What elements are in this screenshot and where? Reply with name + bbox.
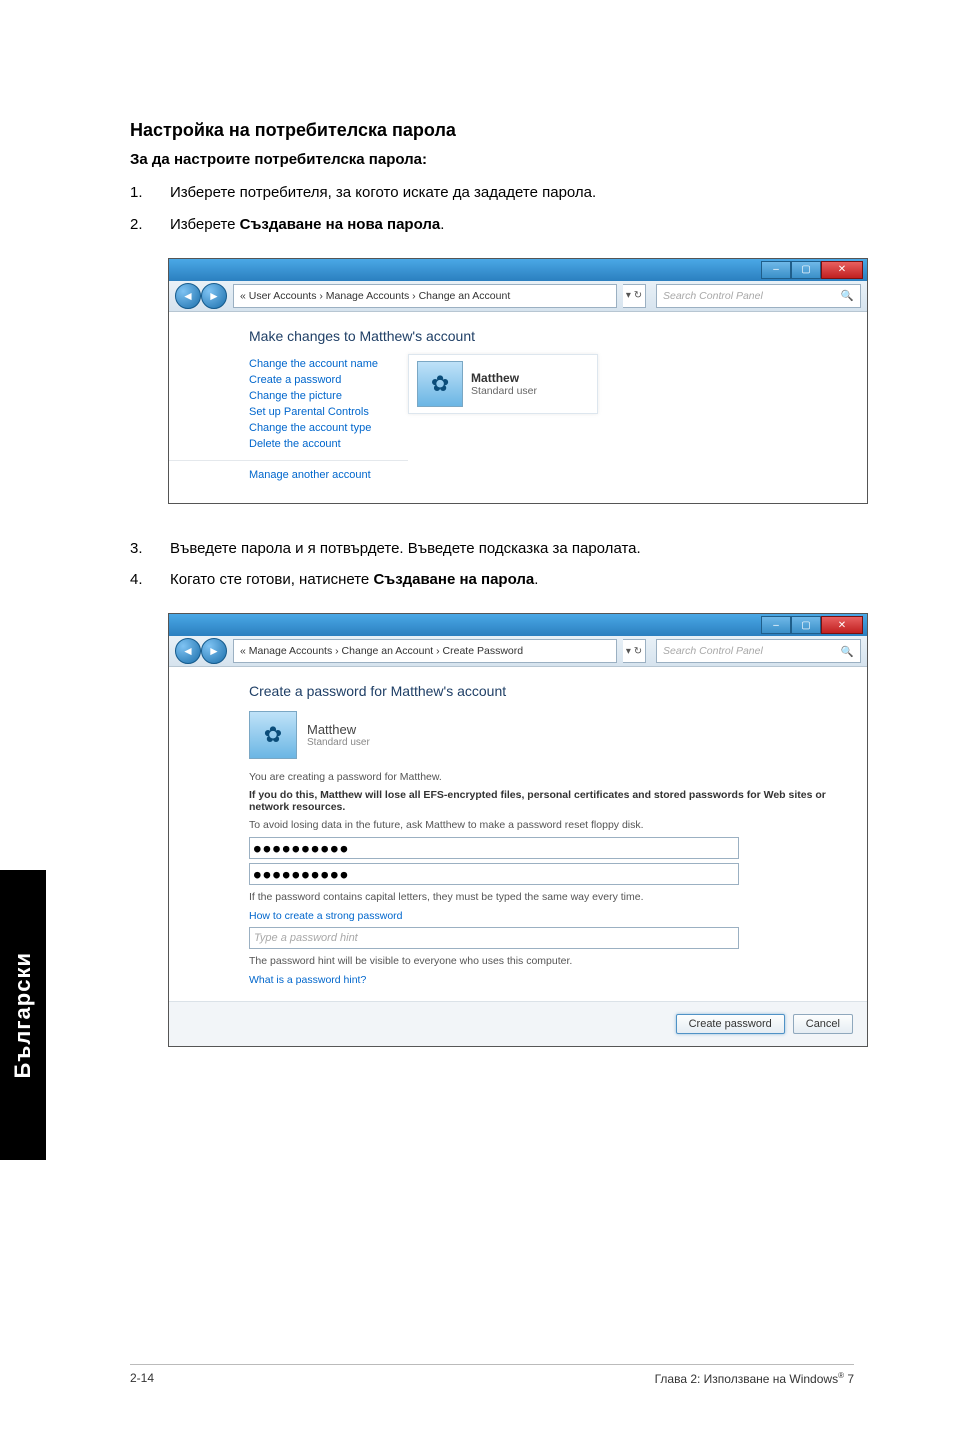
- forward-button[interactable]: ►: [201, 283, 227, 309]
- section-title: Настройка на потребителска парола: [130, 120, 854, 141]
- step-num: 2.: [130, 214, 170, 236]
- confirm-password-field[interactable]: ●●●●●●●●●●: [249, 863, 739, 885]
- back-button[interactable]: ◄: [175, 283, 201, 309]
- search-input[interactable]: Search Control Panel 🔍: [656, 639, 861, 663]
- step-text: Изберете Създаване на нова парола.: [170, 214, 444, 236]
- link-manage-another[interactable]: Manage another account: [249, 469, 378, 481]
- search-icon: 🔍: [841, 289, 854, 302]
- close-button[interactable]: ✕: [821, 616, 863, 634]
- close-button[interactable]: ✕: [821, 261, 863, 279]
- user-card: ✿ Matthew Standard user: [408, 354, 598, 414]
- link-change-type[interactable]: Change the account type: [249, 422, 378, 434]
- new-password-field[interactable]: ●●●●●●●●●●: [249, 837, 739, 859]
- user-type: Standard user: [471, 385, 537, 397]
- navigation-bar: ◄ ► « Manage Accounts › Change an Accoun…: [169, 636, 867, 667]
- avatar-icon: ✿: [417, 361, 463, 407]
- efs-warning: If you do this, Matthew will lose all EF…: [249, 789, 837, 813]
- password-hint-field[interactable]: Type a password hint: [249, 927, 739, 949]
- maximize-button[interactable]: ▢: [791, 261, 821, 279]
- link-parental-controls[interactable]: Set up Parental Controls: [249, 406, 378, 418]
- nav-arrows: ◄ ►: [175, 638, 227, 664]
- search-placeholder: Search Control Panel: [663, 645, 763, 657]
- user-summary: ✿ Matthew Standard user: [249, 711, 837, 759]
- step-3: 3. Въведете парола и я потвърдете. Въвед…: [130, 538, 854, 560]
- step-4: 4. Когато сте готови, натиснете Създаван…: [130, 569, 854, 591]
- breadcrumb-dropdown[interactable]: ▾ ↻: [623, 639, 646, 663]
- section-subtitle: За да настроите потребителска парола:: [130, 151, 854, 168]
- window-body: Create a password for Matthew's account …: [169, 667, 867, 1001]
- dialog-button-row: Create password Cancel: [169, 1001, 867, 1046]
- action-link-list: Change the account name Create a passwor…: [249, 354, 378, 485]
- user-name: Matthew: [471, 371, 537, 385]
- step-text: Въведете парола и я потвърдете. Въведете…: [170, 538, 641, 560]
- window-titlebar: – ▢ ✕: [169, 614, 867, 636]
- step-num: 1.: [130, 182, 170, 204]
- step-pre: Изберете: [170, 216, 240, 233]
- forward-button[interactable]: ►: [201, 638, 227, 664]
- search-input[interactable]: Search Control Panel 🔍: [656, 284, 861, 308]
- steps-list-1: 1. Изберете потребителя, за когото искат…: [130, 182, 854, 236]
- link-what-is-hint[interactable]: What is a password hint?: [249, 974, 366, 986]
- language-label: Български: [10, 952, 36, 1078]
- step-pre: Когато сте готови, натиснете: [170, 571, 373, 588]
- link-delete-account[interactable]: Delete the account: [249, 438, 378, 450]
- search-icon: 🔍: [841, 645, 854, 658]
- step-num: 4.: [130, 569, 170, 591]
- maximize-button[interactable]: ▢: [791, 616, 821, 634]
- user-name: Matthew: [307, 722, 370, 737]
- window-titlebar: – ▢ ✕: [169, 259, 867, 281]
- breadcrumb[interactable]: « User Accounts › Manage Accounts › Chan…: [233, 284, 617, 308]
- create-password-button[interactable]: Create password: [676, 1014, 785, 1034]
- avatar-icon: ✿: [249, 711, 297, 759]
- footer-page-number: 2-14: [130, 1371, 154, 1386]
- caps-note: If the password contains capital letters…: [249, 891, 837, 903]
- screenshot-change-account: – ▢ ✕ ◄ ► « User Accounts › Manage Accou…: [168, 258, 868, 504]
- minimize-button[interactable]: –: [761, 261, 791, 279]
- step-2: 2. Изберете Създаване на нова парола.: [130, 214, 854, 236]
- floppy-advice: To avoid losing data in the future, ask …: [249, 819, 837, 831]
- page-heading: Create a password for Matthew's account: [249, 683, 837, 699]
- window-body: Make changes to Matthew's account Change…: [169, 312, 867, 503]
- hint-visibility-note: The password hint will be visible to eve…: [249, 955, 837, 967]
- step-bold: Създаване на парола: [373, 571, 534, 588]
- link-strong-password[interactable]: How to create a strong password: [249, 910, 403, 922]
- breadcrumb-dropdown[interactable]: ▾ ↻: [623, 284, 646, 308]
- footer-chapter-text: Глава 2: Използване на Windows: [655, 1372, 839, 1386]
- minimize-button[interactable]: –: [761, 616, 791, 634]
- link-change-name[interactable]: Change the account name: [249, 358, 378, 370]
- search-placeholder: Search Control Panel: [663, 290, 763, 302]
- navigation-bar: ◄ ► « User Accounts › Manage Accounts › …: [169, 281, 867, 312]
- step-text: Когато сте готови, натиснете Създаване н…: [170, 569, 538, 591]
- creating-note: You are creating a password for Matthew.: [249, 771, 837, 783]
- step-text: Изберете потребителя, за когото искате д…: [170, 182, 596, 204]
- step-num: 3.: [130, 538, 170, 560]
- steps-list-2: 3. Въведете парола и я потвърдете. Въвед…: [130, 538, 854, 592]
- step-post: .: [440, 216, 444, 233]
- step-bold: Създаване на нова парола: [240, 216, 441, 233]
- step-1: 1. Изберете потребителя, за когото искат…: [130, 182, 854, 204]
- language-side-tab: Български: [0, 870, 46, 1160]
- footer-chapter-suffix: 7: [844, 1372, 854, 1386]
- page-footer: 2-14 Глава 2: Използване на Windows® 7: [130, 1364, 854, 1386]
- breadcrumb[interactable]: « Manage Accounts › Change an Account › …: [233, 639, 617, 663]
- back-button[interactable]: ◄: [175, 638, 201, 664]
- step-post: .: [534, 571, 538, 588]
- divider: [169, 460, 408, 461]
- link-change-picture[interactable]: Change the picture: [249, 390, 378, 402]
- footer-chapter: Глава 2: Използване на Windows® 7: [655, 1371, 854, 1386]
- user-type: Standard user: [307, 737, 370, 748]
- window-buttons: – ▢ ✕: [761, 616, 863, 634]
- nav-arrows: ◄ ►: [175, 283, 227, 309]
- screenshot-create-password: – ▢ ✕ ◄ ► « Manage Accounts › Change an …: [168, 613, 868, 1047]
- cancel-button[interactable]: Cancel: [793, 1014, 853, 1034]
- window-buttons: – ▢ ✕: [761, 261, 863, 279]
- link-create-password[interactable]: Create a password: [249, 374, 378, 386]
- page-heading: Make changes to Matthew's account: [249, 328, 837, 344]
